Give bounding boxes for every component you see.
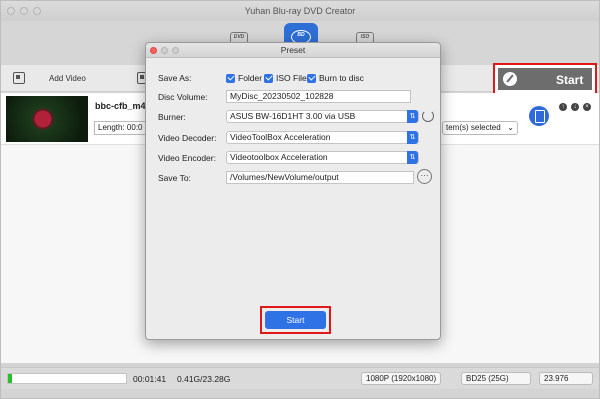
iso-file-checkbox[interactable]: ISO File: [264, 73, 307, 83]
framerate-select[interactable]: 23.976: [539, 372, 593, 385]
disc-usage: 0.41G/23.28G: [177, 374, 231, 384]
burner-value: ASUS BW-16D1HT 3.00 via USB: [230, 111, 356, 121]
select-arrows-icon: ⇅: [407, 151, 418, 164]
browse-button[interactable]: ···: [417, 169, 432, 184]
video-encoder-value: Videotoolbox Acceleration: [230, 152, 328, 162]
disc-capacity-bar: [7, 373, 127, 384]
status-bar: 00:01:41 0.41G/23.28G 1080P (1920x1080) …: [1, 367, 599, 389]
pencil-icon: [503, 72, 517, 86]
video-encoder-label: Video Encoder:: [158, 153, 216, 163]
disc-capacity-fill: [8, 374, 12, 383]
dialog-minimize-button[interactable]: [161, 47, 168, 54]
burn-settings-icon[interactable]: [529, 106, 549, 126]
dialog-close-button[interactable]: [150, 47, 157, 54]
disc-volume-label: Disc Volume:: [158, 92, 208, 102]
selection-label: tem(s) selected: [446, 123, 501, 132]
zoom-window-button[interactable]: [33, 7, 41, 15]
close-window-button[interactable]: [7, 7, 15, 15]
burner-label: Burner:: [158, 112, 186, 122]
start-highlight: Start: [493, 63, 597, 95]
add-video-button[interactable]: Add Video: [13, 72, 86, 84]
add-video-label: Add Video: [49, 73, 86, 83]
start-button[interactable]: Start: [498, 68, 592, 90]
minimize-window-button[interactable]: [20, 7, 28, 15]
burner-select[interactable]: ASUS BW-16D1HT 3.00 via USB ⇅: [226, 110, 419, 123]
dialog-title: Preset: [280, 45, 306, 55]
save-to-input[interactable]: /Volumes/NewVolume/output: [226, 171, 414, 184]
disc-type-select[interactable]: BD25 (25G): [461, 372, 531, 385]
select-arrows-icon: ⇅: [407, 131, 418, 144]
checkmark-icon: [226, 73, 235, 83]
dialog-start-highlight: Start: [260, 306, 331, 334]
total-duration: 00:01:41: [133, 374, 167, 384]
save-to-label: Save To:: [158, 173, 191, 183]
dialog-zoom-button[interactable]: [172, 47, 179, 54]
window-controls: [7, 7, 41, 15]
video-filename: bbc-cfb_m48: [95, 101, 151, 111]
app-title: Yuhan Blu-ray DVD Creator: [244, 6, 356, 16]
checkmark-icon: [307, 73, 316, 83]
chevron-down-icon: ⌄: [507, 123, 514, 132]
video-decoder-select[interactable]: VideoToolBox Acceleration ⇅: [226, 131, 419, 144]
video-decoder-value: VideoToolBox Acceleration: [230, 132, 331, 142]
folder-checkbox[interactable]: Folder: [226, 73, 262, 83]
remove-icon[interactable]: ×: [583, 103, 591, 111]
move-up-icon[interactable]: ↑: [559, 103, 567, 111]
add-video-icon: [13, 72, 25, 84]
video-decoder-label: Video Decoder:: [158, 133, 217, 143]
video-encoder-select[interactable]: Videotoolbox Acceleration ⇅: [226, 151, 419, 164]
resolution-select[interactable]: 1080P (1920x1080): [361, 372, 441, 385]
dialog-window-controls: [150, 47, 179, 54]
select-arrows-icon: ⇅: [407, 110, 418, 123]
save-as-label: Save As:: [158, 73, 192, 83]
burn-option-label: Burn to disc: [319, 73, 364, 83]
subtitle-selector[interactable]: tem(s) selected ⌄: [442, 121, 518, 135]
move-down-icon[interactable]: ↓: [571, 103, 579, 111]
window-titlebar: Yuhan Blu-ray DVD Creator: [1, 1, 599, 21]
folder-option-label: Folder: [238, 73, 263, 83]
start-button-label: Start: [556, 73, 584, 87]
disc-volume-input[interactable]: MyDisc_20230502_102828: [226, 90, 411, 103]
checkmark-icon: [264, 73, 273, 83]
iso-option-label: ISO File: [276, 73, 307, 83]
preset-dialog: Preset Save As: Folder ISO File Burn to …: [145, 42, 441, 340]
burn-to-disc-checkbox[interactable]: Burn to disc: [307, 73, 364, 83]
dialog-titlebar: Preset: [146, 43, 440, 58]
refresh-icon[interactable]: [422, 110, 434, 122]
dialog-start-button[interactable]: Start: [265, 311, 326, 329]
video-thumbnail[interactable]: [6, 96, 88, 142]
